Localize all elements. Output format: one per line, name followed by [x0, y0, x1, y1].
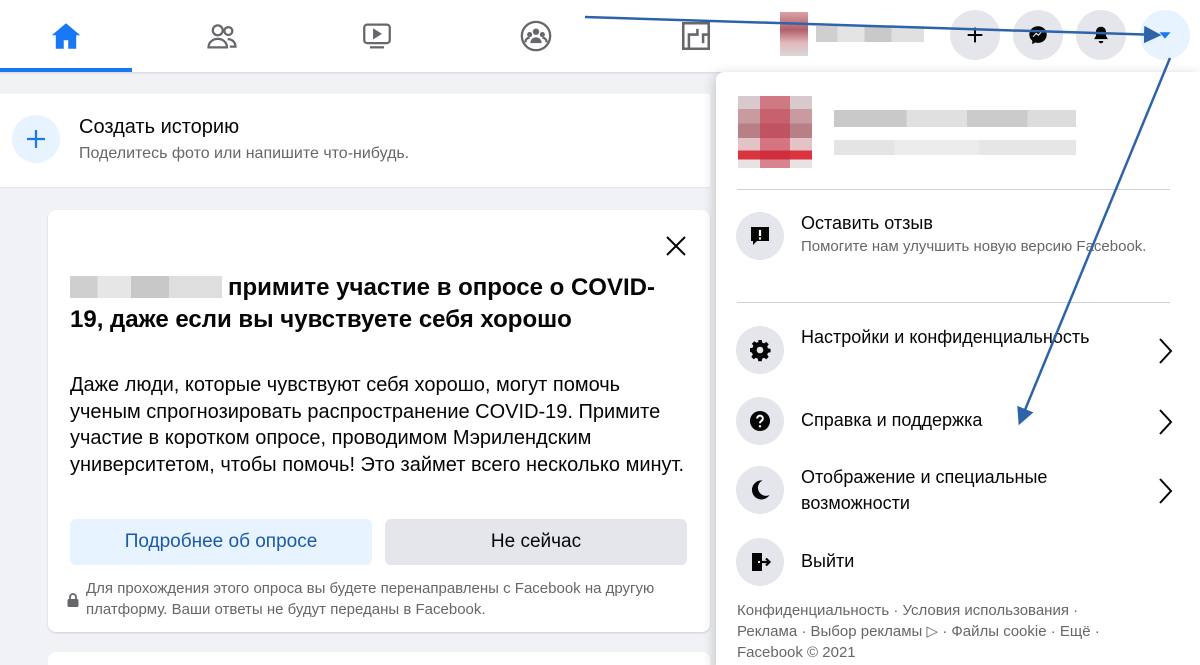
create-button[interactable] — [950, 10, 1000, 60]
tab-gaming[interactable] — [630, 0, 762, 72]
gear-icon — [750, 340, 771, 362]
survey-title: примите участие в опросе о COVID-19, даж… — [70, 272, 670, 336]
survey-note: Для прохождения этого опроса вы будете п… — [66, 578, 686, 620]
survey-details-button[interactable]: Подробнее об опросе — [70, 519, 372, 565]
notifications-button[interactable] — [1076, 10, 1126, 60]
avatar — [780, 12, 808, 56]
next-post-card — [48, 652, 710, 665]
gaming-icon — [681, 21, 711, 51]
groups-icon — [520, 20, 552, 52]
tab-watch[interactable] — [311, 0, 443, 72]
profile-avatar-blurred[interactable] — [738, 96, 812, 168]
covid-survey-card: примите участие в опросе о COVID-19, даж… — [48, 210, 710, 632]
account-menu-button[interactable] — [1140, 10, 1190, 60]
chevron-right-icon — [1159, 409, 1173, 435]
profile-name-blurred — [816, 26, 924, 42]
story-title: Создать историю — [79, 116, 240, 138]
survey-body: Даже люди, которые чувствуют себя хорошо… — [70, 374, 685, 476]
tab-home[interactable] — [0, 0, 132, 72]
profile-subtitle-blurred — [834, 140, 1076, 155]
divider — [737, 189, 1170, 190]
footer-line-3: Facebook © 2021 — [737, 644, 856, 661]
messenger-button[interactable] — [1013, 10, 1063, 60]
plus-icon — [27, 130, 45, 148]
create-story-panel[interactable]: Создать историю Поделитесь фото или напи… — [0, 94, 710, 188]
profile-name-blurred[interactable] — [834, 110, 1076, 127]
story-subtitle: Поделитесь фото или напишите что-нибудь. — [79, 145, 410, 162]
menu-item-feedback[interactable]: Оставить отзыв Помогите нам улучшить нов… — [736, 210, 1176, 286]
plus-icon — [967, 27, 983, 43]
logout-icon-circle — [736, 538, 784, 586]
close-button[interactable] — [662, 232, 690, 260]
home-icon — [51, 23, 81, 49]
friends-icon — [207, 24, 237, 49]
tab-friends[interactable] — [156, 0, 288, 72]
settings-label: Настройки и конфиденциальность — [801, 327, 1090, 347]
settings-icon-circle — [736, 326, 784, 374]
menu-item-help[interactable]: Справка и поддержка — [736, 395, 1176, 455]
footer-line-1[interactable]: Конфиденциальность · Условия использован… — [737, 600, 1157, 621]
survey-note-text: Для прохождения этого опроса вы будете п… — [86, 580, 655, 618]
help-label: Справка и поддержка — [801, 410, 983, 430]
display-label: Отображение и специальные возможности — [801, 467, 1048, 513]
menu-item-settings[interactable]: Настройки и конфиденциальность — [736, 324, 1176, 384]
not-now-button[interactable]: Не сейчас — [385, 519, 687, 565]
account-dropdown-menu: Оставить отзыв Помогите нам улучшить нов… — [716, 72, 1200, 665]
help-icon — [750, 411, 770, 431]
chevron-right-icon — [1159, 478, 1173, 504]
tab-groups[interactable] — [470, 0, 602, 72]
menu-footer-links: Конфиденциальность · Условия использован… — [737, 600, 1157, 663]
bell-icon — [1094, 26, 1108, 44]
moon-icon — [751, 480, 770, 500]
feedback-icon-circle — [736, 212, 784, 260]
logout-label: Выйти — [801, 551, 855, 571]
feedback-icon — [751, 227, 769, 245]
divider — [737, 302, 1170, 303]
user-name-blurred — [70, 276, 222, 298]
chevron-right-icon — [1159, 338, 1173, 364]
help-icon-circle — [736, 397, 784, 445]
messenger-icon — [1029, 26, 1047, 45]
top-navigation-bar — [0, 0, 1200, 72]
add-story-button[interactable] — [12, 115, 60, 163]
feedback-subtitle: Помогите нам улучшить новую версию Faceb… — [801, 238, 1147, 255]
feedback-title: Оставить отзыв — [801, 213, 933, 233]
lock-icon — [67, 593, 79, 607]
profile-shortcut[interactable] — [780, 12, 925, 56]
menu-item-display[interactable]: Отображение и специальные возможности — [736, 464, 1176, 524]
video-icon — [363, 23, 391, 49]
logout-icon — [752, 553, 772, 571]
caret-down-icon — [1159, 32, 1171, 39]
footer-line-2[interactable]: Реклама · Выбор рекламы ▷ · Файлы cookie… — [737, 621, 1157, 642]
display-icon-circle — [736, 466, 784, 514]
close-icon — [666, 236, 686, 256]
menu-item-logout[interactable]: Выйти — [736, 536, 1176, 596]
